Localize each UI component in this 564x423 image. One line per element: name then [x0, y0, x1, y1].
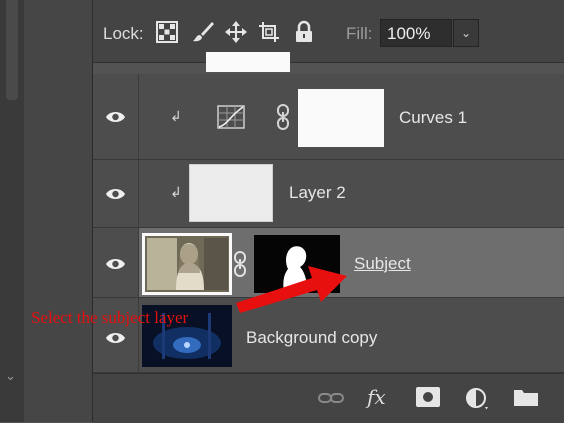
annotation-arrow [236, 266, 347, 313]
annotation-text: Select the subject layer [31, 308, 189, 327]
